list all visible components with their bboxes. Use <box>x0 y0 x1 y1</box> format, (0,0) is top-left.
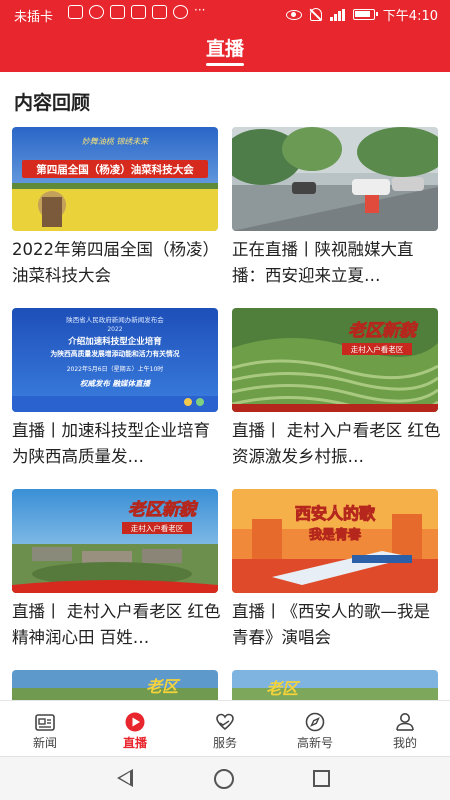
card-caption[interactable]: 直播丨 走村入户看老区 红色精神润心田 百姓… <box>12 599 224 651</box>
card-thumbnail[interactable]: 老区 <box>232 670 438 700</box>
section-title: 内容回顾 <box>14 92 91 114</box>
clock: 下午4:10 <box>382 9 438 24</box>
home-icon[interactable] <box>214 769 234 789</box>
thumb-subtitle: 为陕西高质量发展增添动能和活力有关情况 <box>50 349 179 358</box>
video-card[interactable]: 老区新貌 走村入户看老区 直播丨 走村入户看老区 红色资源激发乡村振… <box>232 308 441 478</box>
wifi-icon <box>89 5 104 19</box>
user-icon <box>396 713 414 731</box>
carrier-label: 未插卡 <box>14 10 54 25</box>
battery-icon <box>352 9 378 20</box>
nav-label: 我的 <box>392 736 417 750</box>
card-caption[interactable]: 直播丨《西安人的歌—我是青春》演唱会 <box>232 599 444 651</box>
thumb-subtitle: 我是青春 <box>309 527 362 543</box>
card-caption[interactable]: 直播丨加速科技型企业培育 为陕西高质量发… <box>12 418 224 470</box>
thumb-title: 老区 <box>146 677 181 696</box>
system-navigation-bar <box>0 756 450 800</box>
signal-icon <box>329 8 345 21</box>
thumb-subtitle: 走村入户看老区 <box>351 344 404 354</box>
recent-apps-icon[interactable] <box>313 770 330 787</box>
mail-icon <box>152 5 167 19</box>
nav-label: 服务 <box>212 736 237 750</box>
thumb-org: 陕西省人民政府新闻办新闻发布会 <box>66 315 164 324</box>
thumb-subtitle: 走村入户看老区 <box>131 523 184 533</box>
card-thumbnail[interactable]: 老区新貌 走村入户看老区 <box>12 489 218 593</box>
card-thumbnail[interactable]: 第四届全国（杨凌）油菜科技大会 妙舞油桃 锦绣未来 <box>12 127 218 231</box>
top-bar: 未插卡 ··· 下午4:10 直播 <box>0 0 450 72</box>
thumb-title: 第四届全国（杨凌）油菜科技大会 <box>36 163 194 176</box>
app-badge-icon <box>173 5 188 19</box>
video-card[interactable]: 老区 <box>12 670 218 700</box>
news-icon <box>35 714 55 731</box>
sim-icon <box>68 5 83 19</box>
app-notification-icon <box>110 5 125 19</box>
video-card[interactable]: 西安人的歌 我是青春 直播丨《西安人的歌—我是青春》演唱会 <box>232 489 438 659</box>
back-icon[interactable] <box>117 769 133 787</box>
card-thumbnail[interactable]: 西安人的歌 我是青春 <box>232 489 438 593</box>
video-card[interactable]: 正在直播丨陕视融媒大直播：西安迎来立夏… <box>232 127 438 297</box>
thumb-slogan: 妙舞油桃 锦绣未来 <box>82 137 150 146</box>
nav-item-news[interactable]: 新闻 <box>0 701 90 756</box>
video-card[interactable]: 陕西省人民政府新闻办新闻发布会 2022 介绍加速科技型企业培育 为陕西高质量发… <box>12 308 218 478</box>
nav-item-live[interactable]: 直播 <box>90 701 180 756</box>
card-thumbnail[interactable]: 老区新貌 走村入户看老区 <box>232 308 438 412</box>
nav-label: 直播 <box>122 736 147 750</box>
nav-item-service[interactable]: 服务 <box>180 701 270 756</box>
card-thumbnail[interactable]: 陕西省人民政府新闻办新闻发布会 2022 介绍加速科技型企业培育 为陕西高质量发… <box>12 308 218 412</box>
card-thumbnail[interactable] <box>232 127 438 231</box>
status-bar: 未插卡 ··· 下午4:10 <box>0 0 450 28</box>
message-icon <box>131 5 146 19</box>
thumb-title: 西安人的歌 <box>295 504 376 523</box>
thumb-banner: 权威发布 融媒体直播 <box>80 379 152 388</box>
card-caption[interactable]: 直播丨 走村入户看老区 红色资源激发乡村振… <box>232 418 444 470</box>
thumb-title: 介绍加速科技型企业培育 <box>67 336 162 347</box>
page-title[interactable]: 直播 <box>0 34 450 61</box>
card-thumbnail[interactable]: 老区 <box>12 670 218 700</box>
thumb-title: 老区新貌 <box>128 500 199 520</box>
card-caption[interactable]: 2022年第四届全国（杨凌）油菜科技大会 <box>12 237 224 289</box>
nav-label: 新闻 <box>32 736 57 750</box>
nav-item-mine[interactable]: 我的 <box>360 701 450 756</box>
mute-bell-icon <box>309 8 322 21</box>
thumb-date: 2022年5月6日（星期五）上午10时 <box>67 365 164 373</box>
thumb-title: 老区新貌 <box>348 321 419 341</box>
service-heart-icon <box>216 713 234 731</box>
bottom-nav: 新闻 直播 服务 高新号 我的 <box>0 700 450 756</box>
title-underline <box>206 63 244 66</box>
more-notifications-icon: ··· <box>194 3 206 17</box>
nav-item-gaoxin[interactable]: 高新号 <box>270 701 360 756</box>
video-card[interactable]: 老区新貌 走村入户看老区 直播丨 走村入户看老区 红色精神润心田 百姓… <box>12 489 221 659</box>
nav-label: 高新号 <box>296 736 333 750</box>
card-caption[interactable]: 正在直播丨陕视融媒大直播：西安迎来立夏… <box>232 237 444 289</box>
live-play-icon <box>125 712 145 732</box>
compass-icon <box>305 712 325 732</box>
thumb-title: 老区 <box>266 679 301 698</box>
thumb-year: 2022 <box>107 326 122 333</box>
video-card[interactable]: 老区 <box>232 670 438 700</box>
video-card[interactable]: 第四届全国（杨凌）油菜科技大会 妙舞油桃 锦绣未来 2022年第四届全国（杨凌）… <box>12 127 219 297</box>
eye-comfort-icon <box>285 9 302 20</box>
notification-icons: ··· <box>68 3 212 19</box>
